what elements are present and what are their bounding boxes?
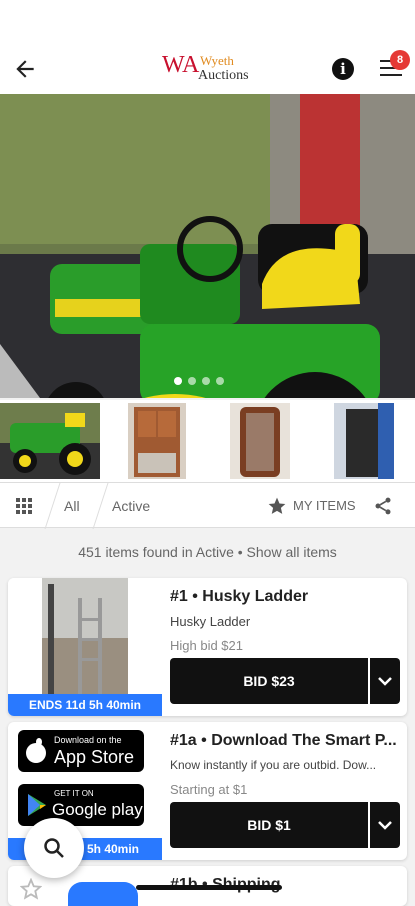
- google-play-name: Google play: [52, 800, 143, 819]
- bid-options-dropdown[interactable]: [370, 802, 400, 848]
- app-store-caption: Download on the: [54, 735, 122, 745]
- search-fab[interactable]: [24, 818, 84, 878]
- tab-divider: [92, 483, 109, 529]
- logo-text-wyeth: Wyeth: [200, 53, 234, 68]
- google-play-icon: [28, 794, 46, 816]
- star-icon[interactable]: [267, 496, 287, 516]
- lot-bid-info: High bid $21: [170, 638, 243, 653]
- search-icon: [44, 838, 64, 858]
- wyeth-auctions-logo[interactable]: WA Wyeth Auctions: [162, 50, 258, 86]
- logo-mark: WA: [162, 52, 200, 78]
- lot-title[interactable]: #1 • Husky Ladder: [170, 588, 400, 606]
- chevron-down-icon: [378, 677, 392, 686]
- back-arrow-icon[interactable]: [12, 56, 38, 82]
- lot-bid-info: Starting at $1: [170, 782, 248, 797]
- lot-photo-carousel[interactable]: [0, 94, 415, 398]
- thumbnail-cabinet[interactable]: [128, 403, 186, 479]
- app-store-badge: Download on the App Store: [18, 730, 144, 772]
- apple-icon: [26, 738, 46, 763]
- app-store-name: App Store: [54, 747, 135, 767]
- watch-star-icon[interactable]: [20, 590, 42, 612]
- share-icon[interactable]: [373, 496, 393, 516]
- shipping-graphic: [68, 882, 138, 906]
- bid-options-dropdown[interactable]: [370, 658, 400, 704]
- lot-card[interactable]: ENDS 11d 5h 40min #1 • Husky Ladder Husk…: [8, 578, 407, 716]
- logo-text-auctions: Auctions: [198, 68, 249, 83]
- lot-subtitle: Husky Ladder: [170, 614, 251, 629]
- info-icon[interactable]: i: [332, 58, 354, 80]
- thumbnail-tractor[interactable]: [0, 403, 100, 479]
- home-indicator[interactable]: [136, 885, 282, 890]
- filter-tabs: All Active MY ITEMS: [0, 482, 415, 529]
- app-header: WA Wyeth Auctions i 8: [0, 44, 415, 94]
- thumbnail-armoire[interactable]: [334, 403, 394, 479]
- ends-countdown: ENDS 11d 5h 40min: [8, 694, 162, 716]
- lawn-tractor-photo: [0, 94, 415, 398]
- results-summary[interactable]: 451 items found in Active • Show all ite…: [0, 528, 415, 576]
- lot-subtitle: Know instantly if you are outbid. Dow...: [170, 758, 377, 772]
- menu-badge: 8: [390, 50, 410, 70]
- lot-title[interactable]: #1a • Download The Smart P...: [170, 732, 400, 750]
- tab-divider: [44, 483, 61, 529]
- status-bar: [0, 0, 415, 44]
- bid-button[interactable]: BID $23: [170, 658, 368, 704]
- chevron-down-icon: [378, 821, 392, 830]
- google-play-badge: GET IT ON Google play: [18, 784, 144, 826]
- tab-active[interactable]: Active: [112, 483, 150, 529]
- google-play-caption: GET IT ON: [54, 789, 94, 798]
- share-icon[interactable]: [132, 590, 154, 612]
- photo-thumbnails: [0, 400, 415, 482]
- tab-all[interactable]: All: [64, 483, 80, 529]
- bid-button[interactable]: BID $1: [170, 802, 368, 848]
- grid-view-icon[interactable]: [16, 498, 32, 514]
- thumbnail-curio[interactable]: [230, 403, 290, 479]
- watch-star-icon[interactable]: [20, 878, 42, 900]
- carousel-dots[interactable]: [174, 377, 224, 387]
- my-items-button[interactable]: MY ITEMS: [293, 483, 356, 529]
